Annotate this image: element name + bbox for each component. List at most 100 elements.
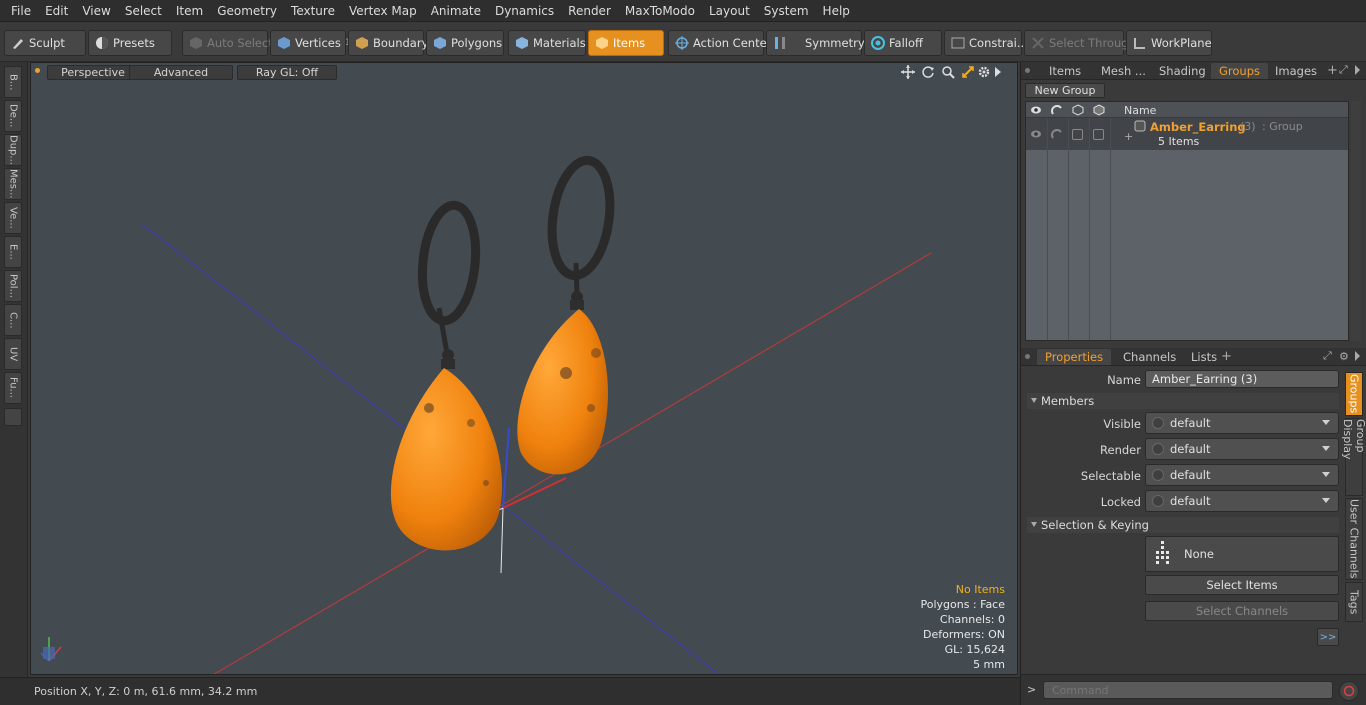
row-select-checkbox[interactable] <box>1093 129 1104 140</box>
groups-tab-row: Items Mesh ... Shading Groups Images + ⤢ <box>1021 62 1366 80</box>
brush-icon <box>11 36 25 50</box>
name-label: Name <box>1107 373 1141 387</box>
falloff-button[interactable]: Falloff <box>864 30 942 56</box>
tab-groups[interactable]: Groups <box>1211 63 1269 79</box>
hud-gl: GL: 15,624 <box>944 643 1005 656</box>
select-through-button[interactable]: Select Through <box>1024 30 1136 56</box>
position-readout: Position X, Y, Z: 0 m, 61.6 mm, 34.2 mm <box>34 685 258 698</box>
groups-scrollbar[interactable] <box>1351 101 1361 341</box>
side-tab-user-channels[interactable]: User Channels <box>1345 498 1363 580</box>
boundary-button[interactable]: Boundary <box>348 30 428 56</box>
row-eye-icon[interactable] <box>1030 128 1042 143</box>
group-row-amber-earring[interactable]: + Amber_Earring (3) : Group 5 Items <box>1026 118 1348 150</box>
panel-menu-arrow-icon[interactable] <box>1355 65 1360 75</box>
auto-select-button[interactable]: Auto Select <box>182 30 273 56</box>
menu-render[interactable]: Render <box>561 0 618 22</box>
tab-channels[interactable]: Channels <box>1115 349 1184 365</box>
select-items-button[interactable]: Select Items <box>1145 575 1339 595</box>
vertices-button[interactable]: Vertices 1 <box>270 30 351 56</box>
constraints-button[interactable]: Constrai... <box>944 30 1028 56</box>
polygons-icon <box>433 36 447 50</box>
properties-menu-arrow-icon[interactable] <box>1355 351 1360 361</box>
left-tab-expand[interactable] <box>4 408 22 426</box>
render-radio-icon <box>1152 443 1164 455</box>
action-center-button[interactable]: Action Center <box>668 30 771 56</box>
tab-mesh[interactable]: Mesh ... <box>1093 63 1154 79</box>
add-properties-tab-icon[interactable]: + <box>1221 349 1232 364</box>
expand-group-icon[interactable]: + <box>1124 130 1133 143</box>
lock-cube-icon[interactable] <box>1072 104 1084 119</box>
polygons-button[interactable]: Polygons <box>426 30 504 56</box>
side-tab-group-display[interactable]: Group Display <box>1341 418 1366 496</box>
menu-layout[interactable]: Layout <box>702 0 757 22</box>
group-name-field[interactable]: Amber_Earring (3) <box>1145 370 1339 388</box>
visible-dropdown[interactable]: default <box>1145 412 1339 434</box>
left-tab-curve[interactable]: C... <box>4 304 22 336</box>
select-cube-icon[interactable] <box>1093 104 1105 119</box>
menu-animate[interactable]: Animate <box>424 0 488 22</box>
workplane-button[interactable]: WorkPlane <box>1126 30 1212 56</box>
add-tab-icon[interactable]: + <box>1327 63 1338 78</box>
presets-button[interactable]: Presets <box>88 30 172 56</box>
menu-system[interactable]: System <box>757 0 816 22</box>
sculpt-button[interactable]: Sculpt <box>4 30 86 56</box>
menu-dynamics[interactable]: Dynamics <box>488 0 561 22</box>
new-group-button[interactable]: New Group <box>1025 83 1105 98</box>
earring-hook-left <box>417 200 481 326</box>
menu-texture[interactable]: Texture <box>284 0 342 22</box>
left-tab-basic[interactable]: B... <box>4 66 22 98</box>
side-tab-tags[interactable]: Tags <box>1345 582 1363 622</box>
side-tab-groups[interactable]: Groups <box>1345 372 1363 416</box>
render-dropdown[interactable]: default <box>1145 438 1339 460</box>
row-render-icon[interactable] <box>1051 128 1063 143</box>
row-lock-checkbox[interactable] <box>1072 129 1083 140</box>
left-tab-uv[interactable]: UV <box>4 338 22 370</box>
crosshair-icon <box>675 36 689 50</box>
keying-none-button[interactable]: None <box>1145 536 1339 572</box>
locked-dropdown[interactable]: default <box>1145 490 1339 512</box>
tab-properties[interactable]: Properties <box>1037 349 1112 365</box>
left-tab-duplicate[interactable]: Dup... <box>4 134 22 166</box>
tab-shading[interactable]: Shading <box>1151 63 1214 79</box>
expand-properties-icon[interactable]: ⤢ <box>1323 349 1332 363</box>
materials-button[interactable]: Materials <box>508 30 586 56</box>
select-channels-button[interactable]: Select Channels <box>1145 601 1339 621</box>
command-record-button[interactable] <box>1339 681 1359 701</box>
selectable-label: Selectable <box>1080 469 1141 483</box>
properties-settings-icon[interactable]: ⚙ <box>1339 350 1349 363</box>
members-section[interactable]: Members <box>1027 393 1339 409</box>
symmetry-button[interactable]: Symmetry <box>766 30 865 56</box>
menu-view[interactable]: View <box>75 0 117 22</box>
menu-edit[interactable]: Edit <box>38 0 75 22</box>
tab-lists[interactable]: Lists <box>1183 349 1225 365</box>
items-button[interactable]: Items <box>588 30 664 56</box>
left-tab-fusion[interactable]: Fu... <box>4 372 22 404</box>
members-collapse-icon[interactable] <box>1031 398 1037 403</box>
selectable-dropdown[interactable]: default <box>1145 464 1339 486</box>
selection-collapse-icon[interactable] <box>1031 522 1037 527</box>
tab-items[interactable]: Items <box>1041 63 1089 79</box>
left-tab-vertex[interactable]: Ve... <box>4 202 22 234</box>
command-input[interactable] <box>1043 681 1333 699</box>
render-icon[interactable] <box>1051 104 1063 119</box>
menu-file[interactable]: File <box>4 0 38 22</box>
left-tab-polygon[interactable]: Pol... <box>4 270 22 302</box>
scene-canvas <box>40 155 932 674</box>
menu-vertex-map[interactable]: Vertex Map <box>342 0 424 22</box>
groups-list-header: Name <box>1026 102 1348 118</box>
menu-item[interactable]: Item <box>169 0 210 22</box>
left-tab-deform[interactable]: De... <box>4 100 22 132</box>
3d-viewport[interactable]: Perspective Advanced Ray GL: Off No Item… <box>30 62 1018 675</box>
eye-icon[interactable] <box>1030 104 1042 119</box>
tab-images[interactable]: Images <box>1267 63 1325 79</box>
left-tab-mesh[interactable]: Mes... <box>4 168 22 200</box>
expand-panel-icon[interactable]: ⤢ <box>1339 63 1348 77</box>
menu-geometry[interactable]: Geometry <box>210 0 284 22</box>
menu-maxtomodo[interactable]: MaxToModo <box>618 0 702 22</box>
left-tab-edge[interactable]: E... <box>4 236 22 268</box>
menu-help[interactable]: Help <box>816 0 857 22</box>
selection-keying-section[interactable]: Selection & Keying <box>1027 517 1339 533</box>
menu-select[interactable]: Select <box>118 0 169 22</box>
materials-icon <box>515 36 529 50</box>
more-button[interactable]: >> <box>1317 628 1339 646</box>
